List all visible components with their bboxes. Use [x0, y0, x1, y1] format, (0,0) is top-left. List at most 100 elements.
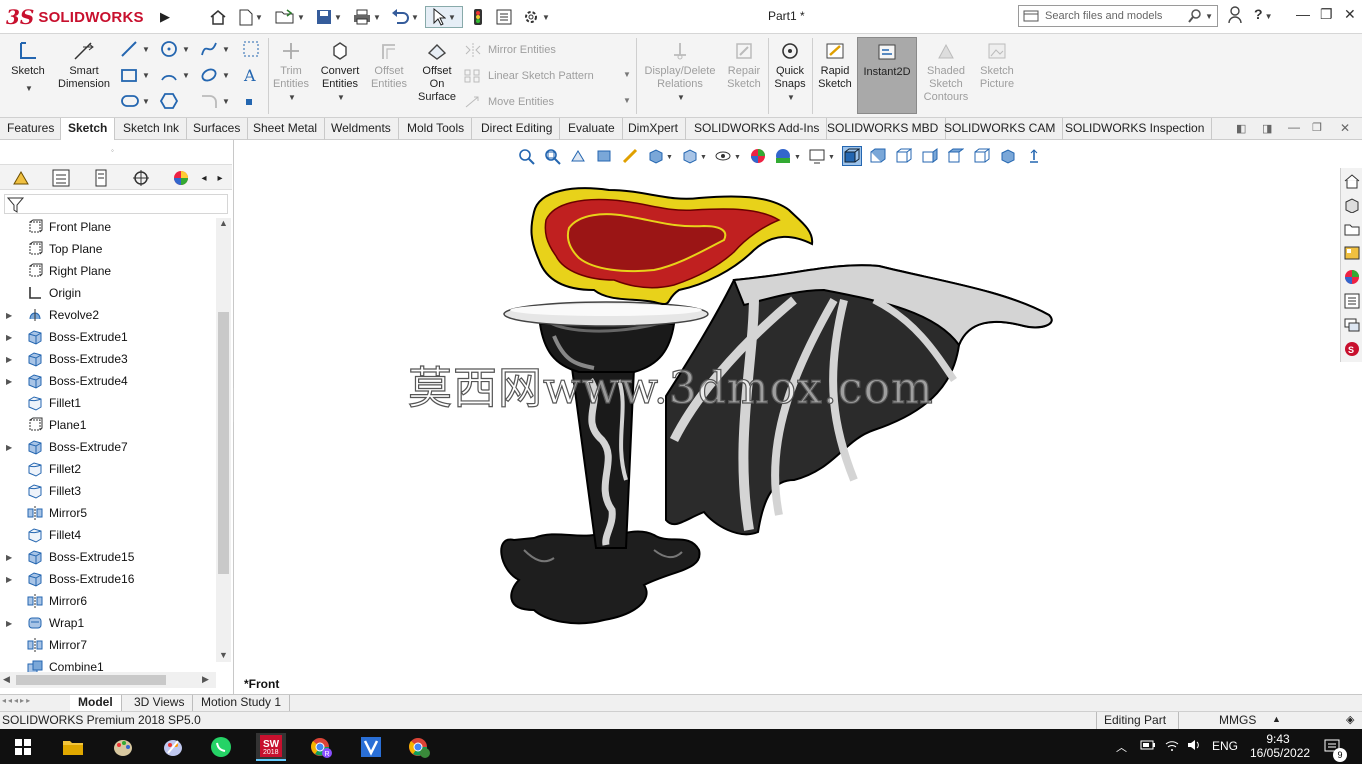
- expand-arrow-icon[interactable]: ▶: [6, 575, 16, 584]
- scroll-right-icon[interactable]: ▶: [202, 674, 209, 685]
- user-icon[interactable]: [1228, 6, 1242, 27]
- home-icon[interactable]: [206, 6, 230, 28]
- chrome-profile-g-taskbar-icon[interactable]: [404, 733, 434, 761]
- display-style-icon[interactable]: ▼: [680, 146, 708, 166]
- print-button[interactable]: ▼: [350, 6, 384, 28]
- unit-system-selector[interactable]: MMGS: [1219, 713, 1256, 727]
- restore-window-button[interactable]: ❐: [1320, 6, 1333, 23]
- search-box[interactable]: Search files and models ▼: [1018, 5, 1218, 27]
- options-gear-button[interactable]: ▼: [518, 6, 554, 28]
- unit-system-dropdown-icon[interactable]: ▲: [1272, 714, 1281, 724]
- feature-manager-tab-icon[interactable]: [6, 167, 36, 189]
- configuration-manager-tab-icon[interactable]: [86, 167, 116, 189]
- doc-close-button[interactable]: ✕: [1340, 121, 1350, 135]
- section-view-icon[interactable]: [594, 146, 614, 166]
- tree-item[interactable]: Top Plane: [0, 238, 102, 260]
- panel-tabs-left-arrow-icon[interactable]: ◂: [198, 167, 210, 189]
- tree-item[interactable]: ▶ Wrap1: [0, 612, 84, 634]
- sketch-button[interactable]: Sketch ▼: [8, 40, 48, 95]
- minimize-window-button[interactable]: —: [1296, 6, 1310, 22]
- tab-solidworks-cam[interactable]: SOLIDWORKS CAM: [937, 118, 1064, 140]
- paint3d-app-taskbar-icon[interactable]: [158, 733, 188, 761]
- tool-addin-icon[interactable]: S: [1343, 340, 1361, 358]
- file-properties-icon[interactable]: [494, 6, 514, 28]
- top-view-icon[interactable]: [946, 146, 966, 166]
- linear-pattern-dropdown-icon[interactable]: ▼: [623, 70, 631, 79]
- solidworks-logo[interactable]: 3S SOLIDWORKS: [6, 3, 154, 31]
- tab-sketch-ink[interactable]: Sketch Ink: [116, 118, 188, 140]
- undo-button[interactable]: ▼: [388, 6, 422, 28]
- circle-tool-icon[interactable]: ▼: [160, 40, 190, 61]
- expand-arrow-icon[interactable]: ▶: [6, 311, 16, 320]
- tree-item[interactable]: ▶ Boss-Extrude3: [0, 348, 128, 370]
- spline-tool-icon[interactable]: ▼: [200, 40, 230, 61]
- left-view-icon[interactable]: [894, 146, 914, 166]
- instant2d-button[interactable]: Instant2D: [857, 37, 917, 114]
- text-tool-icon[interactable]: A: [242, 66, 260, 87]
- view-orientation-icon[interactable]: ▼: [646, 146, 674, 166]
- dimxpert-manager-tab-icon[interactable]: [126, 167, 156, 189]
- tab-weldments[interactable]: Weldments: [324, 118, 399, 140]
- grid-tool-icon[interactable]: [242, 40, 260, 61]
- custom-properties-icon[interactable]: [1343, 292, 1361, 310]
- apply-scene-icon[interactable]: ▼: [774, 146, 802, 166]
- horizontal-scroll-thumb[interactable]: [16, 675, 166, 685]
- close-window-button[interactable]: ✕: [1344, 6, 1356, 23]
- right-view-icon[interactable]: [920, 146, 940, 166]
- new-document-button[interactable]: ▼: [234, 6, 268, 28]
- offset-entities-button[interactable]: Offset Entities: [368, 40, 410, 91]
- zoom-to-fit-icon[interactable]: [516, 146, 536, 166]
- file-explorer-icon[interactable]: [1343, 220, 1361, 238]
- save-button[interactable]: ▼: [312, 6, 346, 28]
- ellipse-tool-icon[interactable]: ▼: [200, 66, 230, 87]
- panel-tabs-right-arrow-icon[interactable]: ▸: [214, 167, 226, 189]
- expand-arrow-icon[interactable]: ▶: [6, 619, 16, 628]
- clock[interactable]: 9:43 16/05/2022: [1250, 732, 1310, 760]
- line-tool-icon[interactable]: ▼: [120, 40, 150, 61]
- normal-to-icon[interactable]: [1024, 146, 1044, 166]
- doc-minimize-button[interactable]: —: [1288, 120, 1300, 134]
- move-entities-button[interactable]: Move Entities: [464, 95, 554, 109]
- solidworks-resources-icon[interactable]: [1343, 172, 1361, 190]
- traffic-light-icon[interactable]: [470, 6, 486, 28]
- show-hidden-icons-icon[interactable]: ︿: [1116, 739, 1127, 755]
- tree-item[interactable]: Right Plane: [0, 260, 111, 282]
- tab-motion-study-1[interactable]: Motion Study 1: [193, 695, 291, 711]
- tree-item[interactable]: ▶ Boss-Extrude15: [0, 546, 134, 568]
- tree-item[interactable]: Origin: [0, 282, 81, 304]
- input-language[interactable]: ENG: [1212, 739, 1238, 753]
- tree-item[interactable]: Fillet3: [0, 480, 81, 502]
- tree-item[interactable]: Front Plane: [0, 216, 111, 238]
- rapid-sketch-button[interactable]: Rapid Sketch: [814, 40, 856, 91]
- display-delete-relations-button[interactable]: Display/Delete Relations ▼: [640, 40, 720, 104]
- paint-app-taskbar-icon[interactable]: [108, 733, 138, 761]
- point-tool-icon[interactable]: [244, 96, 254, 110]
- move-entities-dropdown-icon[interactable]: ▼: [623, 96, 631, 105]
- file-explorer-taskbar-icon[interactable]: [58, 733, 88, 761]
- tree-item[interactable]: ▶ Revolve2: [0, 304, 99, 326]
- tab-dimxpert[interactable]: DimXpert: [621, 118, 687, 140]
- dynamic-annotation-icon[interactable]: [620, 146, 640, 166]
- offset-on-surface-button[interactable]: Offset On Surface: [416, 40, 458, 104]
- doc-restore-button[interactable]: ❐: [1312, 121, 1322, 134]
- back-view-icon[interactable]: [868, 146, 888, 166]
- feature-tree-horizontal-scrollbar[interactable]: ◀ ▶: [0, 672, 216, 688]
- panel-collapse-handle-icon[interactable]: ◦: [111, 146, 114, 155]
- linear-sketch-pattern-button[interactable]: Linear Sketch Pattern: [464, 69, 594, 83]
- edit-appearance-icon[interactable]: [748, 146, 768, 166]
- tab-evaluate[interactable]: Evaluate: [561, 118, 623, 140]
- tab-3d-views[interactable]: 3D Views: [126, 695, 194, 711]
- tab-navigation-arrows-icon[interactable]: ◂◂◂▸▸: [2, 696, 64, 710]
- mirror-entities-button[interactable]: Mirror Entities: [464, 43, 556, 57]
- expand-arrow-icon[interactable]: ▶: [6, 553, 16, 562]
- tab-mold-tools[interactable]: Mold Tools: [400, 118, 473, 140]
- feature-tree-vertical-scrollbar[interactable]: ▲ ▼: [216, 218, 231, 662]
- windows-start-icon[interactable]: [8, 733, 38, 761]
- status-notification-icon[interactable]: ◈: [1346, 713, 1354, 726]
- tab-surfaces[interactable]: Surfaces: [186, 118, 249, 140]
- tab-solidworks-mbd[interactable]: SOLIDWORKS MBD: [820, 118, 947, 140]
- tree-item[interactable]: Fillet2: [0, 458, 81, 480]
- pane-right-icon[interactable]: ◨: [1262, 122, 1272, 135]
- vertical-scroll-thumb[interactable]: [218, 312, 229, 574]
- arc-tool-icon[interactable]: ▼: [160, 66, 190, 87]
